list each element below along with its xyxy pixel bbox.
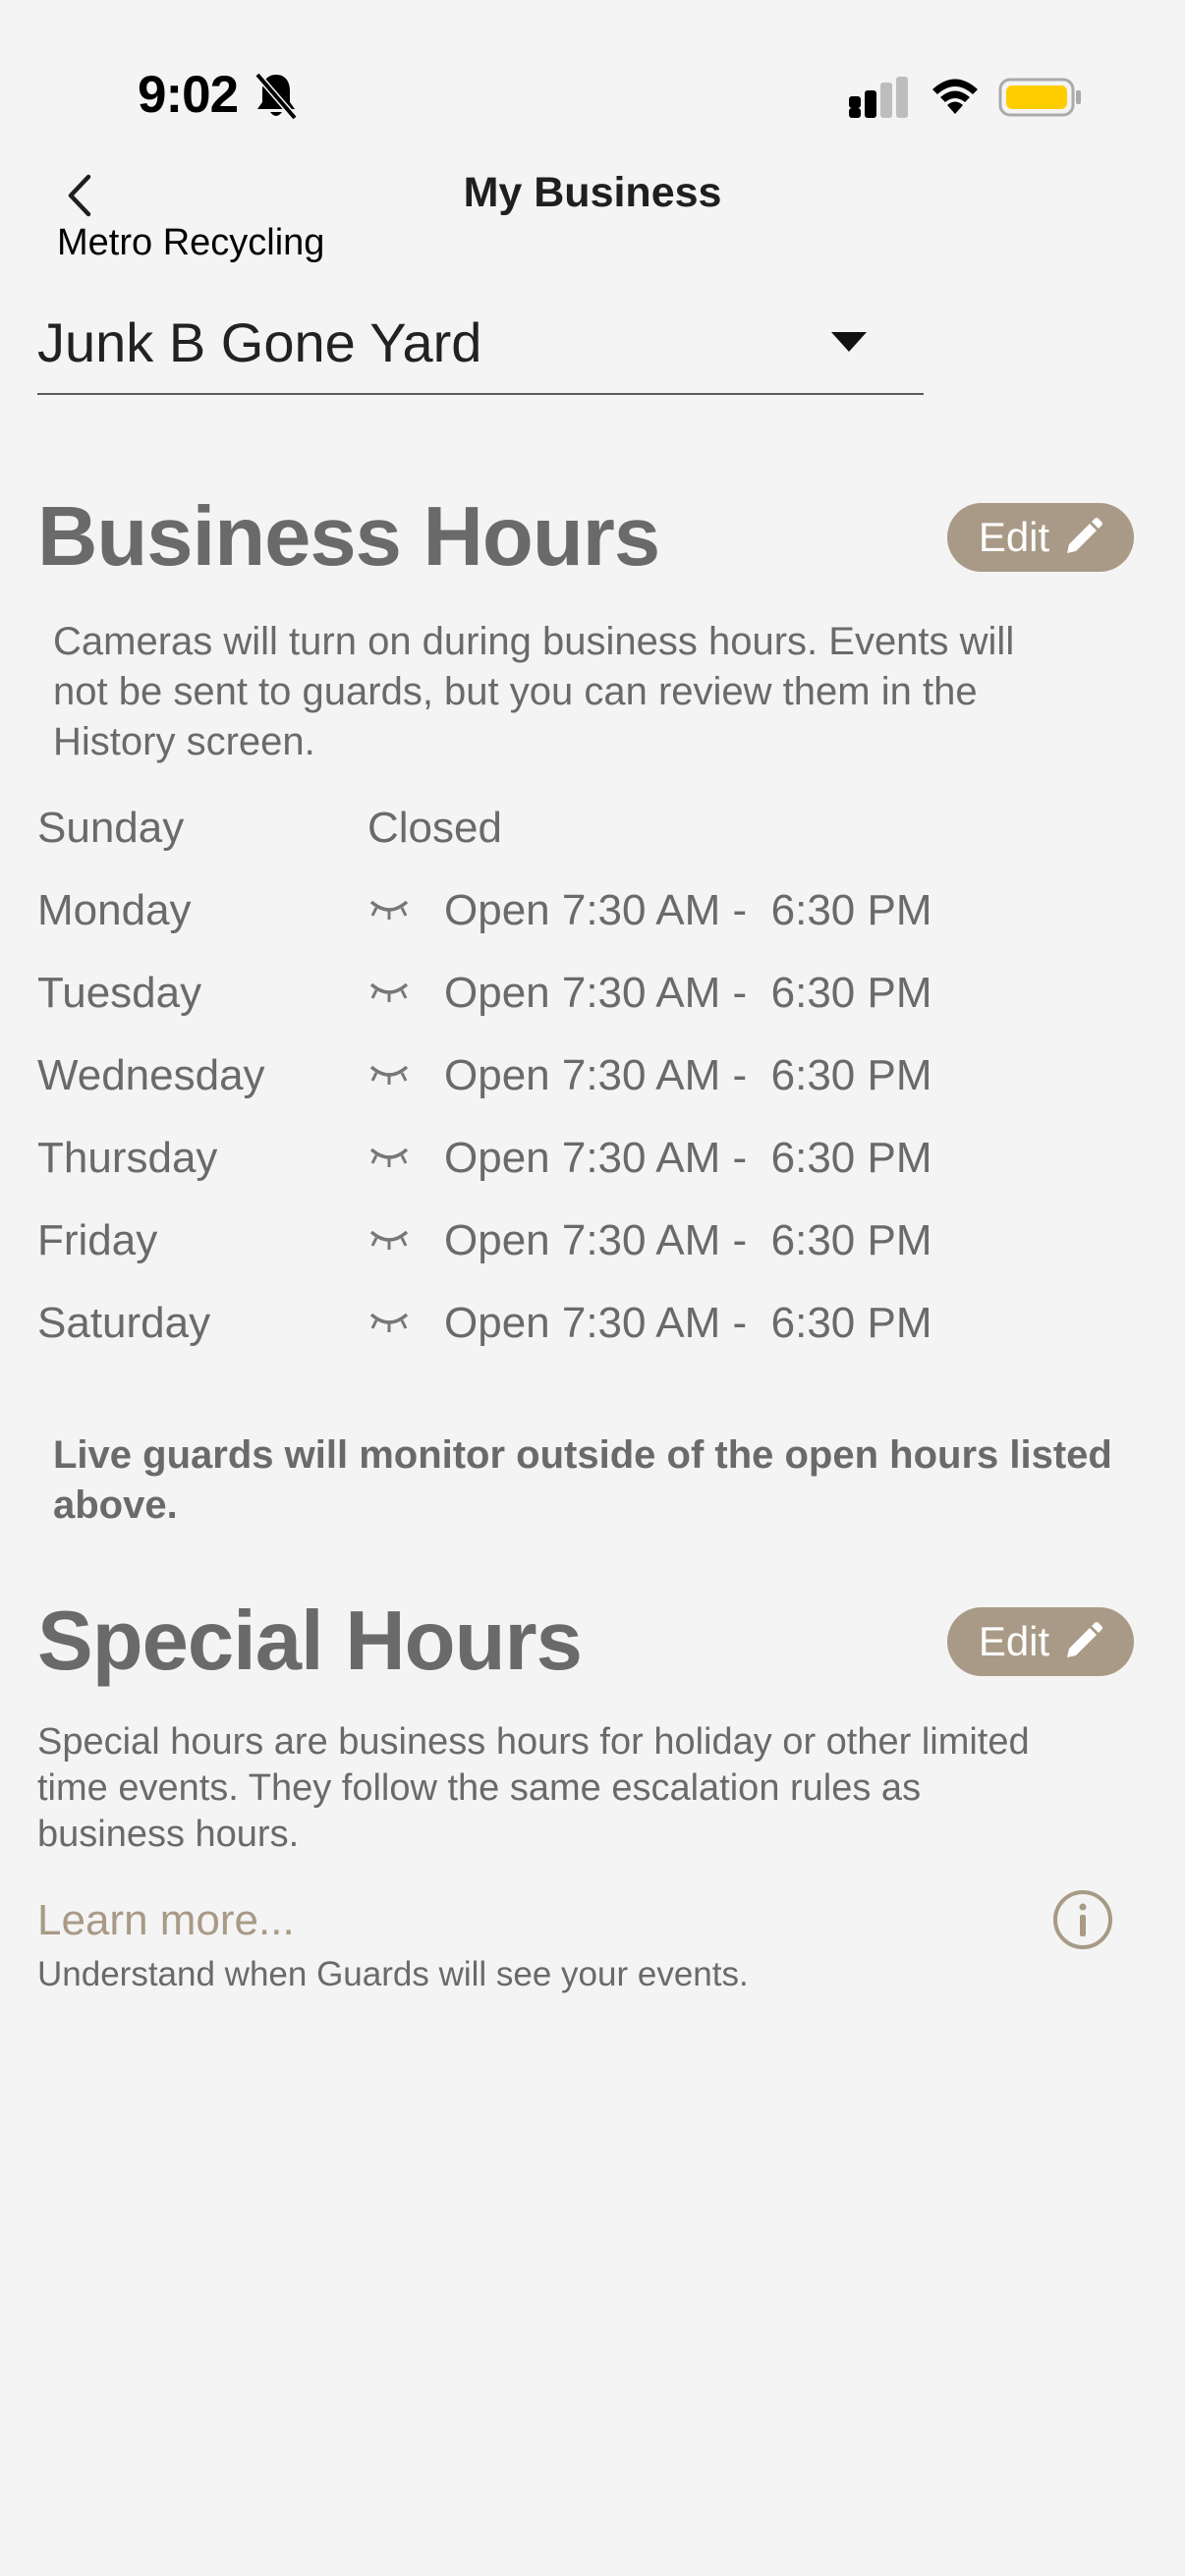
special-hours-title: Special Hours (37, 1595, 583, 1688)
edit-button-label: Edit (978, 1618, 1050, 1664)
day-status: Open 7:30 AM - 6:30 PM (444, 969, 932, 1017)
closed-eye-icon (369, 1065, 409, 1085)
day-status: Closed (367, 804, 502, 852)
bell-slash-icon (254, 72, 298, 121)
learn-more-link[interactable]: Learn more... (37, 1896, 295, 1945)
special-hours-description: Special hours are business hours for hol… (37, 1721, 1030, 1855)
closed-eye-icon (369, 1230, 409, 1250)
business-hours-description: Cameras will turn on during business hou… (53, 620, 1015, 763)
day-status: Open 7:30 AM - 6:30 PM (444, 1051, 932, 1099)
edit-business-hours-button[interactable]: Edit (947, 503, 1134, 572)
day-label: Sunday (37, 804, 185, 852)
learn-more-subtitle: Understand when Guards will see your eve… (37, 1955, 749, 1993)
site-dropdown[interactable]: Junk B Gone Yard (37, 310, 924, 395)
closed-eye-icon (369, 1313, 409, 1332)
page-title: My Business (463, 169, 722, 216)
closed-eye-icon (369, 982, 409, 1002)
closed-eye-icon (369, 900, 409, 920)
day-status: Open 7:30 AM - 6:30 PM (444, 1299, 932, 1347)
back-button-label[interactable]: Metro Recycling (57, 222, 324, 264)
business-hours-title: Business Hours (37, 490, 660, 584)
day-status: Open 7:30 AM - 6:30 PM (444, 1134, 932, 1182)
day-status: Open 7:30 AM - 6:30 PM (444, 1216, 932, 1264)
pencil-icon (1067, 1622, 1103, 1657)
day-label: Wednesday (37, 1051, 265, 1099)
edit-button-label: Edit (978, 514, 1050, 560)
info-icon[interactable] (1051, 1888, 1114, 1951)
dropdown-caret-icon (831, 332, 867, 352)
day-label: Saturday (37, 1299, 211, 1347)
guard-monitor-note: Live guards will monitor outside of the … (53, 1433, 1112, 1527)
status-time: 9:02 (138, 66, 239, 124)
day-label: Monday (37, 886, 192, 934)
day-label: Tuesday (37, 969, 202, 1017)
day-status: Open 7:30 AM - 6:30 PM (444, 886, 932, 934)
day-label: Thursday (37, 1134, 218, 1182)
pencil-icon (1067, 518, 1103, 553)
signal-icon (849, 77, 908, 118)
battery-icon (998, 78, 1081, 117)
closed-eye-icon (369, 1148, 409, 1167)
day-label: Friday (37, 1216, 158, 1264)
site-dropdown-value: Junk B Gone Yard (37, 311, 482, 373)
edit-special-hours-button[interactable]: Edit (947, 1607, 1134, 1676)
wifi-icon (932, 79, 978, 114)
